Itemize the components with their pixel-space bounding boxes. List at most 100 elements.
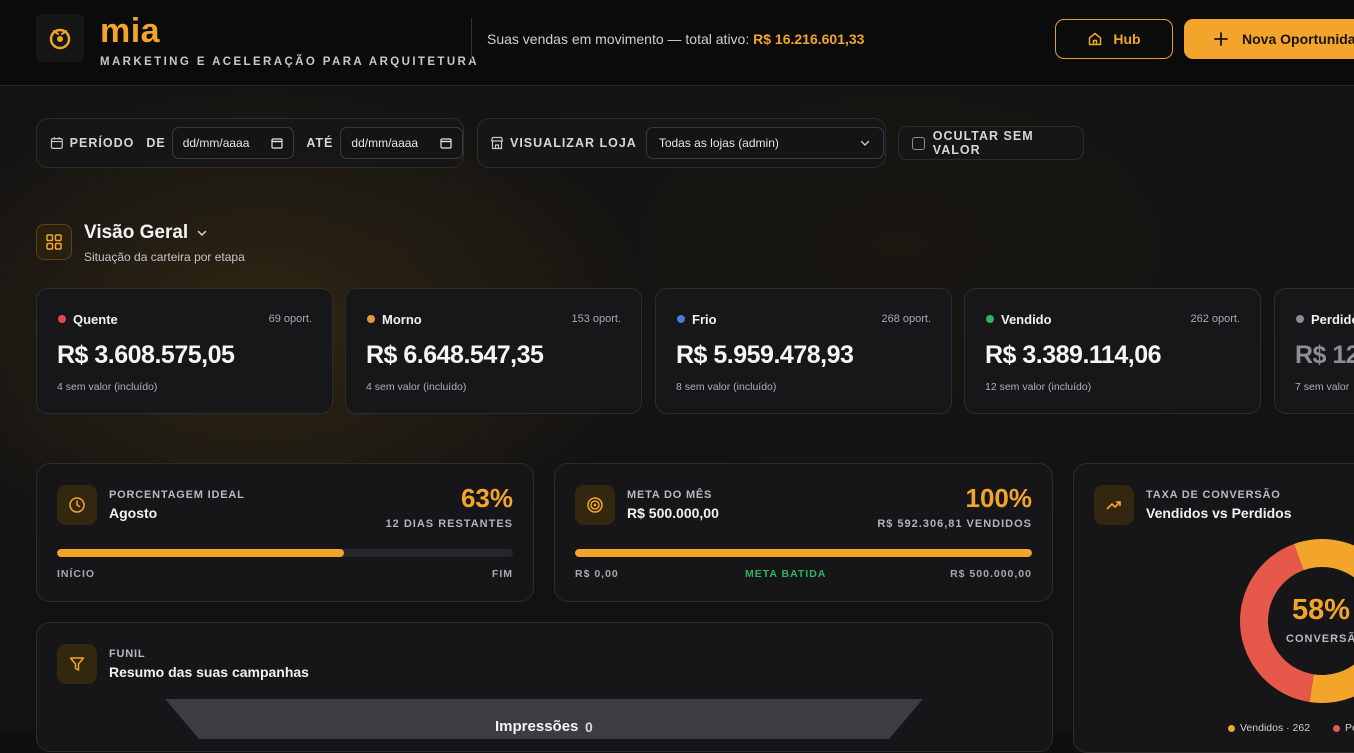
legend-sold: Vendidos · 262 <box>1228 722 1310 734</box>
stage-note: 8 sem valor (incluído) <box>676 381 777 393</box>
store-select-value: Todas as lojas (admin) <box>658 136 779 150</box>
from-label: DE <box>146 136 166 150</box>
conversion-percent: 58% <box>1292 594 1351 626</box>
stage-name: Perdido <box>1311 312 1354 327</box>
hide-empty-toggle[interactable]: OCULTAR SEM VALOR <box>898 126 1084 160</box>
chevron-down-icon <box>860 140 870 146</box>
store-select[interactable]: Todas as lojas (admin) <box>645 127 884 159</box>
home-icon <box>1089 32 1102 46</box>
funnel-overline: FUNIL <box>109 648 146 660</box>
goal-progress-bar <box>575 549 1032 557</box>
stage-name: Morno <box>382 312 422 327</box>
period-filter: PERÍODO DE dd/mm/aaaa ATÉ dd/mm/aaaa <box>36 118 464 168</box>
overview-subtitle: Situação da carteira por etapa <box>84 250 245 264</box>
ideal-progress-bar <box>57 549 513 557</box>
stage-name: Vendido <box>1001 312 1052 327</box>
new-opportunity-button[interactable]: Nova Oportunidade <box>1184 19 1354 59</box>
calendar-picker-icon <box>440 138 452 149</box>
end-label: FIM <box>491 568 513 580</box>
trending-up-icon <box>1094 485 1134 525</box>
period-label: PERÍODO <box>69 136 135 150</box>
goal-status-label: META BATIDA <box>745 568 827 580</box>
calendar-picker-icon <box>271 138 283 149</box>
status-dot <box>58 315 66 323</box>
stage-card-perdido[interactable]: Perdido R$ 12 7 sem valor <box>1274 288 1354 414</box>
plus-icon <box>1214 32 1228 46</box>
store-label: VISUALIZAR LOJA <box>510 136 637 150</box>
to-label: ATÉ <box>306 136 334 150</box>
grid-icon <box>36 224 72 260</box>
monthly-goal-card: META DO MÊS R$ 500.000,00 100% R$ 592.30… <box>554 463 1053 602</box>
new-opportunity-label: Nova Oportunidade <box>1242 31 1354 47</box>
stage-value: R$ 5.959.478,93 <box>676 341 854 369</box>
status-dot <box>1296 315 1304 323</box>
hub-button[interactable]: Hub <box>1055 19 1173 59</box>
stage-name: Quente <box>73 312 118 327</box>
brand-tagline: MARKETING E ACELERAÇÃO PARA ARQUITETURA <box>100 56 479 68</box>
to-date-input[interactable]: dd/mm/aaaa <box>340 127 463 159</box>
goal-percent: 100% <box>965 483 1033 513</box>
stage-card-vendido[interactable]: Vendido 262 oport. R$ 3.389.114,06 12 se… <box>964 288 1261 414</box>
status-amount: R$ 16.216.601,33 <box>753 31 865 47</box>
hide-empty-label: OCULTAR SEM VALOR <box>932 129 1034 157</box>
goal-sold: R$ 592.306,81 VENDIDOS <box>877 518 1032 530</box>
stage-value: R$ 3.389.114,06 <box>985 341 1162 369</box>
status-dot <box>677 315 685 323</box>
hide-empty-checkbox[interactable] <box>912 136 925 150</box>
legend-lost: Pe <box>1333 722 1354 734</box>
total-active-status: Suas vendas em movimento — total ativo: … <box>487 31 864 47</box>
status-prefix: Suas vendas em movimento — total ativo: <box>487 31 754 47</box>
stage-note: 4 sem valor (incluído) <box>366 381 467 393</box>
to-date-value: dd/mm/aaaa <box>351 136 419 150</box>
stage-count: 153 oport. <box>571 313 621 325</box>
calendar-icon <box>50 137 63 149</box>
from-date-input[interactable]: dd/mm/aaaa <box>171 127 295 159</box>
stage-value: R$ 12 <box>1295 341 1354 369</box>
legend-dot <box>1333 724 1340 732</box>
target-icon <box>575 485 615 525</box>
stage-name: Frio <box>692 312 717 327</box>
top-header: mia MARKETING E ACELERAÇÃO PARA ARQUITET… <box>0 0 1354 86</box>
overview-title[interactable]: Visão Geral <box>84 222 208 244</box>
stage-count: 262 oport. <box>1190 313 1240 325</box>
store-filter: VISUALIZAR LOJA Todas as lojas (admin) <box>477 118 886 168</box>
conversion-overline: TAXA DE CONVERSÃO <box>1146 489 1281 501</box>
ideal-percent: 63% <box>460 483 513 513</box>
stage-value: R$ 3.608.575,05 <box>57 341 235 369</box>
goal-title: R$ 500.000,00 <box>627 505 719 521</box>
ideal-percentage-card: PORCENTAGEM IDEAL Agosto 63% 12 DIAS RES… <box>36 463 534 602</box>
stage-card-frio[interactable]: Frio 268 oport. R$ 5.959.478,93 8 sem va… <box>655 288 952 414</box>
store-icon <box>490 136 504 150</box>
conversion-center-label: CONVERSÃO <box>1286 633 1354 645</box>
chevron-down-icon <box>197 230 207 237</box>
stage-note: 4 sem valor (incluído) <box>57 381 158 393</box>
stage-card-quente[interactable]: Quente 69 oport. R$ 3.608.575,05 4 sem v… <box>36 288 333 414</box>
goal-max-label: R$ 500.000,00 <box>950 568 1032 580</box>
funnel-title: Resumo das suas campanhas <box>109 664 309 680</box>
funnel-stage-label: Impressões <box>495 718 579 735</box>
legend-dot <box>1228 724 1235 732</box>
brand-logo-icon[interactable] <box>36 14 84 62</box>
days-remaining: 12 DIAS RESTANTES <box>385 518 513 530</box>
hub-button-label: Hub <box>1113 31 1141 47</box>
goal-progress-fill <box>575 549 1032 557</box>
legend-lost-label: Pe <box>1345 722 1354 734</box>
from-date-value: dd/mm/aaaa <box>182 136 250 150</box>
status-dot <box>986 315 994 323</box>
brand-name: mia <box>100 12 161 50</box>
start-label: INÍCIO <box>57 568 96 580</box>
ideal-overline: PORCENTAGEM IDEAL <box>109 489 245 501</box>
legend-sold-label: Vendidos · 262 <box>1240 722 1311 734</box>
clock-icon <box>57 485 97 525</box>
ideal-title: Agosto <box>109 505 158 521</box>
stage-count: 69 oport. <box>268 313 312 325</box>
conversion-title: Vendidos vs Perdidos <box>1146 505 1292 521</box>
stage-count: 268 oport. <box>881 313 931 325</box>
header-divider <box>471 18 472 60</box>
goal-overline: META DO MÊS <box>627 489 713 501</box>
stage-card-morno[interactable]: Morno 153 oport. R$ 6.648.547,35 4 sem v… <box>345 288 642 414</box>
filter-icon <box>57 644 97 684</box>
stage-note: 12 sem valor (incluído) <box>985 381 1092 393</box>
stage-note: 7 sem valor <box>1295 381 1350 393</box>
stage-value: R$ 6.648.547,35 <box>366 341 544 369</box>
